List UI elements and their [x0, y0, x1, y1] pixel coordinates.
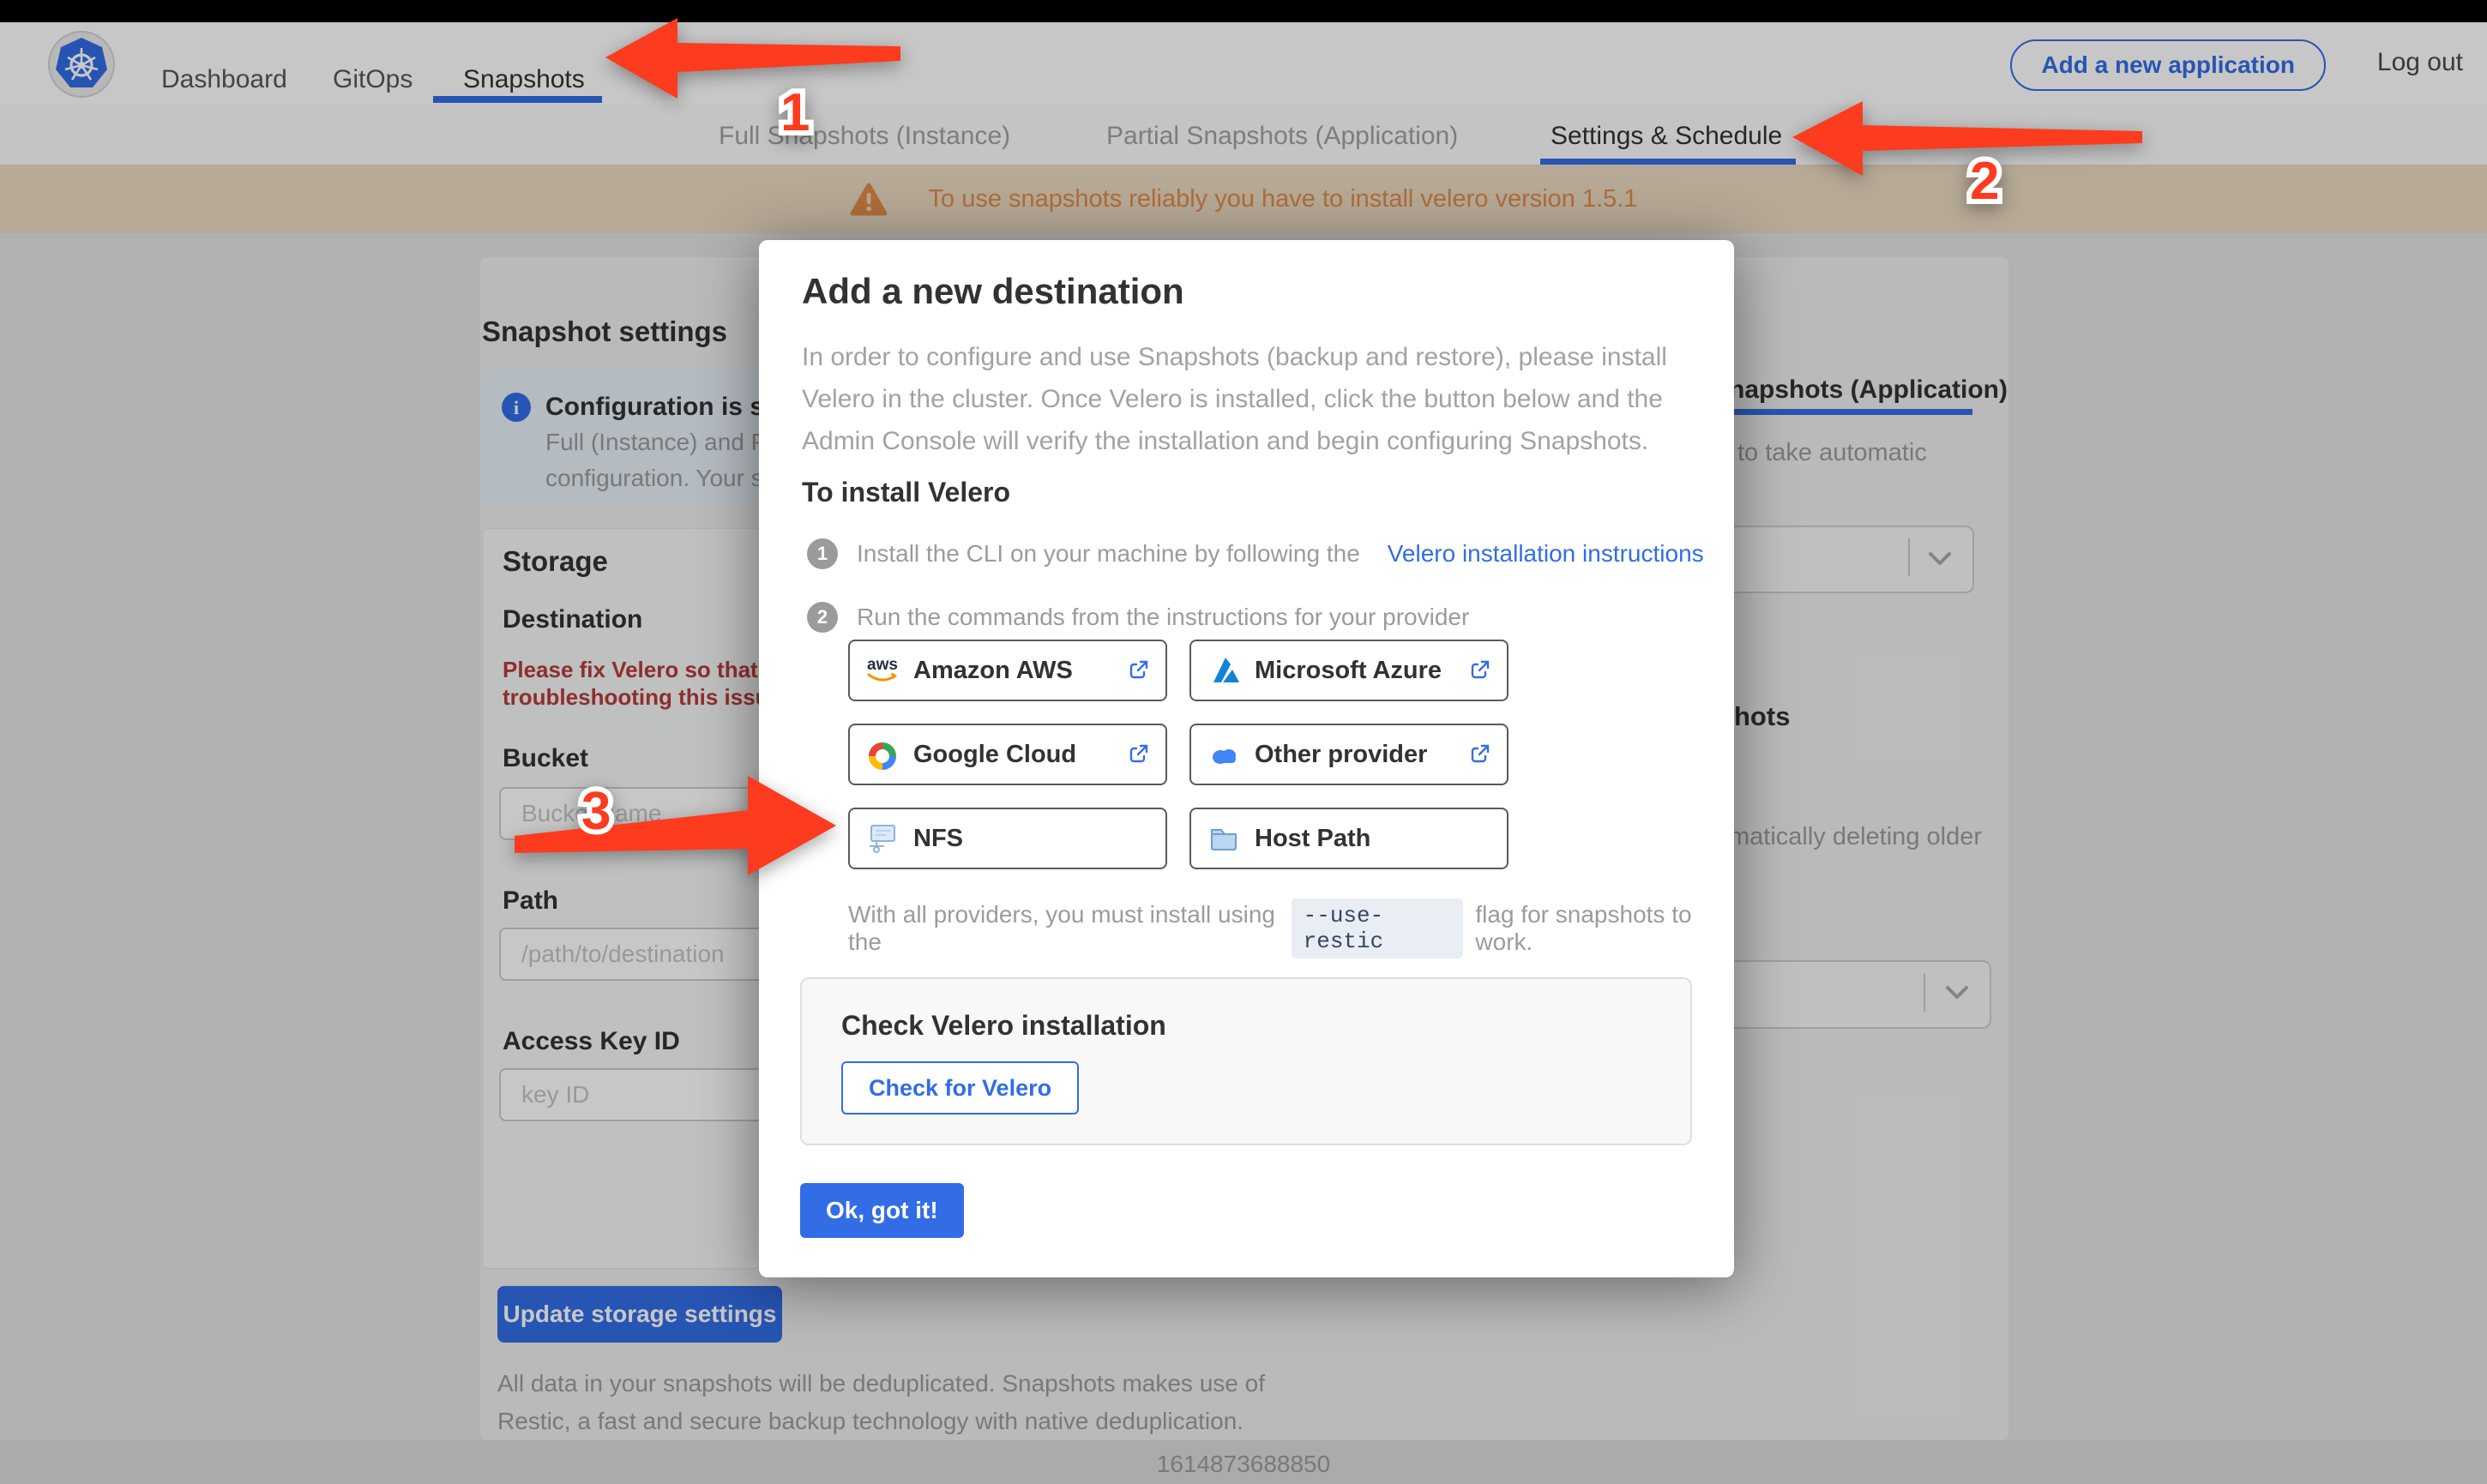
provider-label: Host Path	[1255, 825, 1370, 853]
annotation-label-2: 2	[1970, 152, 1999, 211]
external-link-icon	[1126, 742, 1150, 766]
install-step-2: 2 Run the commands from the instructions…	[807, 602, 1469, 633]
provider-label: Microsoft Azure	[1255, 657, 1442, 685]
cloud-icon	[1207, 737, 1241, 772]
google-cloud-logo-icon	[865, 737, 900, 772]
annotation-arrow-1: 1	[600, 12, 909, 141]
provider-button-other[interactable]: Other provider	[1189, 724, 1508, 785]
restic-note: With all providers, you must install usi…	[848, 898, 1734, 958]
restic-note-text: With all providers, you must install usi…	[848, 901, 1280, 956]
restic-note-text: flag for snapshots to work.	[1475, 901, 1734, 956]
check-velero-title: Check Velero installation	[841, 1010, 1166, 1042]
nfs-network-icon	[865, 821, 900, 856]
provider-label: NFS	[913, 825, 963, 853]
add-destination-modal: Add a new destination In order to config…	[759, 240, 1734, 1277]
step-number-badge: 1	[807, 538, 838, 569]
check-velero-box: Check Velero installation Check for Vele…	[800, 977, 1692, 1145]
provider-button-nfs[interactable]: NFS	[848, 808, 1167, 869]
provider-label: Other provider	[1255, 741, 1427, 769]
external-link-icon	[1467, 658, 1491, 682]
aws-logo-icon: aws	[865, 653, 900, 688]
ok-got-it-button[interactable]: Ok, got it!	[800, 1183, 964, 1238]
folder-icon	[1207, 821, 1241, 856]
step-text: Install the CLI on your machine by follo…	[857, 540, 1360, 568]
step-text: Run the commands from the instructions f…	[857, 604, 1469, 631]
provider-button-google-cloud[interactable]: Google Cloud	[848, 724, 1167, 785]
provider-button-host-path[interactable]: Host Path	[1189, 808, 1508, 869]
svg-text:aws: aws	[867, 656, 898, 674]
velero-instructions-link[interactable]: Velero installation instructions	[1388, 540, 1704, 568]
modal-title: Add a new destination	[802, 271, 1184, 312]
modal-intro-text: In order to configure and use Snapshots …	[802, 336, 1668, 462]
install-step-1: 1 Install the CLI on your machine by fol…	[807, 538, 1704, 569]
install-velero-heading: To install Velero	[802, 477, 1010, 508]
annotation-label-1: 1	[780, 83, 810, 141]
step-number-badge: 2	[807, 602, 838, 633]
provider-button-aws[interactable]: aws Amazon AWS	[848, 640, 1167, 701]
provider-label: Google Cloud	[913, 741, 1076, 769]
annotation-label-3: 3	[581, 782, 611, 841]
provider-label: Amazon AWS	[913, 657, 1073, 685]
provider-button-grid: aws Amazon AWS Microsoft Azure	[848, 640, 1508, 869]
annotation-arrow-2: 2	[1788, 94, 2148, 219]
provider-button-azure[interactable]: Microsoft Azure	[1189, 640, 1508, 701]
check-for-velero-button[interactable]: Check for Velero	[841, 1061, 1079, 1115]
azure-logo-icon	[1207, 653, 1241, 688]
external-link-icon	[1467, 742, 1491, 766]
annotation-arrow-3: 3	[506, 767, 849, 887]
external-link-icon	[1126, 658, 1150, 682]
use-restic-code-chip: --use-restic	[1292, 898, 1464, 958]
